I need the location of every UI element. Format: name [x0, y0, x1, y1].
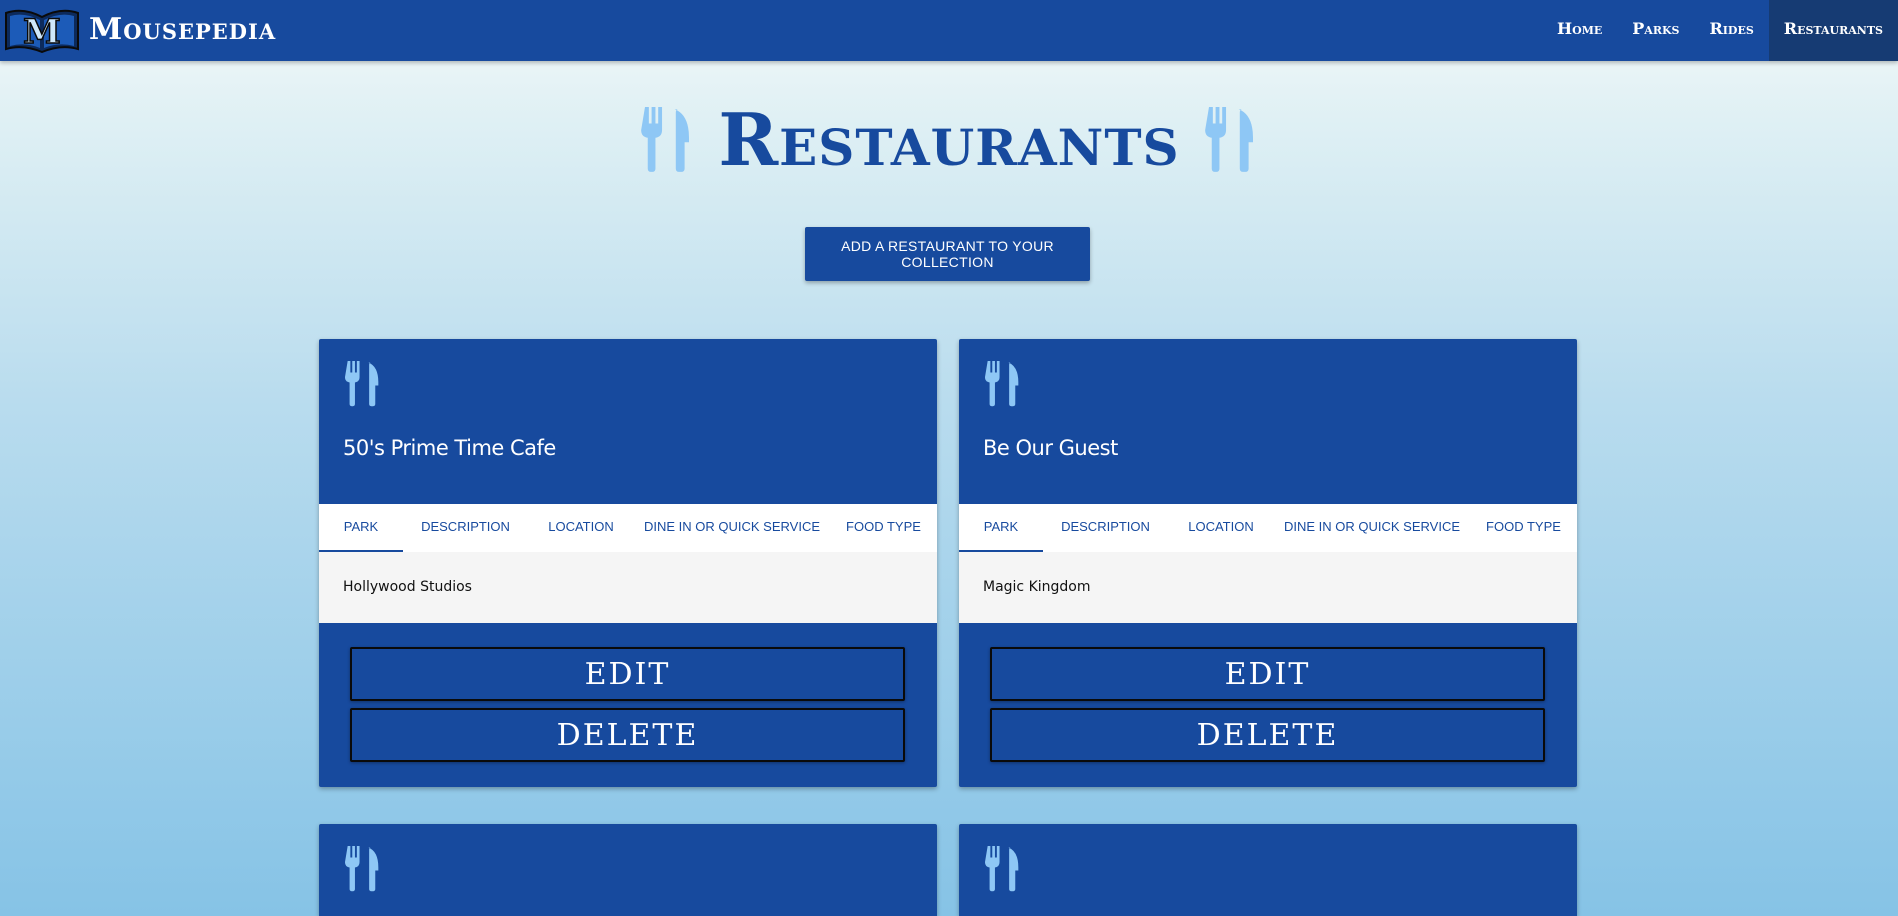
tab-content: Magic Kingdom: [959, 552, 1577, 623]
page-header: Restaurants: [0, 100, 1898, 180]
edit-button[interactable]: EDIT: [350, 647, 905, 701]
nav-link-home[interactable]: Home: [1542, 0, 1617, 61]
delete-button[interactable]: DELETE: [350, 708, 905, 762]
edit-button[interactable]: EDIT: [990, 647, 1545, 701]
nav-link-restaurants[interactable]: Restaurants: [1768, 0, 1898, 61]
delete-button[interactable]: DELETE: [990, 708, 1545, 762]
tab-description[interactable]: DESCRIPTION: [403, 504, 528, 552]
tab-location[interactable]: LOCATION: [528, 504, 634, 552]
page-title: Restaurants: [718, 97, 1180, 182]
fork-knife-icon: [982, 846, 1024, 892]
tab-description[interactable]: DESCRIPTION: [1043, 504, 1168, 552]
tab-park[interactable]: PARK: [959, 504, 1043, 552]
tab-food-type[interactable]: FOOD TYPE: [830, 504, 937, 552]
card-tabs: PARK DESCRIPTION LOCATION DINE IN OR QUI…: [959, 504, 1577, 552]
brand-name[interactable]: Mousepedia: [89, 7, 276, 53]
tab-dine-in-or-quick-service[interactable]: DINE IN OR QUICK SERVICE: [634, 504, 830, 552]
nav-links: Home Parks Rides Restaurants: [1542, 0, 1898, 61]
restaurant-card: [319, 824, 937, 916]
nav-link-parks[interactable]: Parks: [1617, 0, 1694, 61]
tab-content: Hollywood Studios: [319, 552, 937, 623]
add-restaurant-button[interactable]: ADD A RESTAURANT TO YOUR COLLECTION: [805, 227, 1090, 281]
book-m-logo-icon: M: [5, 9, 79, 53]
restaurant-card: Be Our Guest PARK DESCRIPTION LOCATION D…: [959, 339, 1577, 787]
fork-knife-icon: [982, 361, 1024, 407]
svg-text:M: M: [23, 12, 61, 52]
card-title: 50's Prime Time Cafe: [343, 436, 556, 460]
navbar: M Mousepedia Home Parks Rides Restaurant…: [0, 0, 1898, 61]
fork-knife-icon: [638, 107, 696, 173]
fork-knife-icon: [1202, 107, 1260, 173]
tab-food-type[interactable]: FOOD TYPE: [1470, 504, 1577, 552]
tab-location[interactable]: LOCATION: [1168, 504, 1274, 552]
brand[interactable]: M Mousepedia: [4, 7, 276, 53]
card-tabs: PARK DESCRIPTION LOCATION DINE IN OR QUI…: [319, 504, 937, 552]
fork-knife-icon: [342, 361, 384, 407]
restaurant-card: 50's Prime Time Cafe PARK DESCRIPTION LO…: [319, 339, 937, 787]
tab-park[interactable]: PARK: [319, 504, 403, 552]
tab-dine-in-or-quick-service[interactable]: DINE IN OR QUICK SERVICE: [1274, 504, 1470, 552]
restaurant-card: [959, 824, 1577, 916]
card-title: Be Our Guest: [983, 436, 1118, 460]
fork-knife-icon: [342, 846, 384, 892]
nav-link-rides[interactable]: Rides: [1694, 0, 1768, 61]
